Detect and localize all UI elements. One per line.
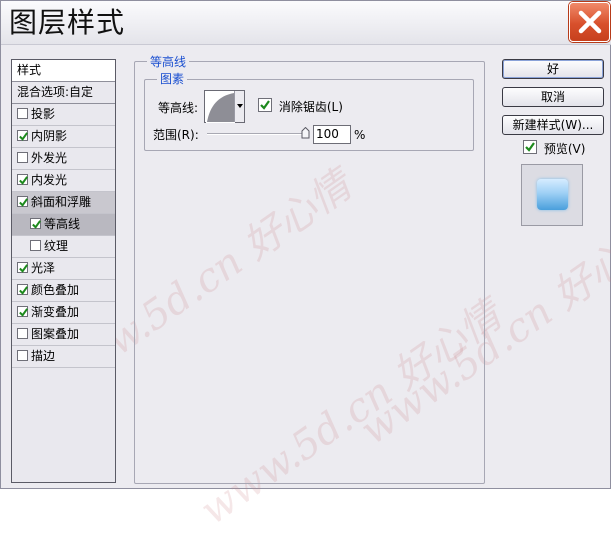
close-button[interactable] (569, 2, 610, 42)
style-item[interactable]: 光泽 (12, 258, 115, 280)
checkbox-checked-icon[interactable] (17, 174, 28, 185)
preview-swatch (537, 179, 568, 210)
range-input[interactable]: 100 (313, 125, 351, 144)
style-item-label: 纹理 (44, 239, 69, 253)
style-item-label: 斜面和浮雕 (31, 195, 92, 209)
contour-picker[interactable] (204, 90, 245, 123)
range-unit: % (354, 128, 366, 142)
checkbox-checked-icon[interactable] (30, 218, 41, 229)
contour-curve-icon (206, 92, 235, 123)
blend-options-item[interactable]: 混合选项:自定 (12, 82, 115, 104)
close-icon (578, 10, 602, 34)
range-label: 范围(R): (153, 128, 199, 142)
style-item[interactable]: 等高线 (12, 214, 115, 236)
checkbox-icon[interactable] (17, 328, 28, 339)
antialias-label: 消除锯齿(L) (278, 100, 343, 114)
checkbox-icon[interactable] (30, 240, 41, 251)
style-item[interactable]: 斜面和浮雕 (12, 192, 115, 214)
style-item-label: 外发光 (31, 151, 68, 165)
checkbox-checked-icon[interactable] (17, 130, 28, 141)
contour-label: 等高线: (158, 101, 199, 115)
contour-dropdown[interactable] (234, 91, 244, 122)
checkbox-checked-icon[interactable] (17, 306, 28, 317)
ok-button[interactable]: 好 (502, 59, 604, 79)
style-item[interactable]: 外发光 (12, 148, 115, 170)
contour-group-title: 等高线 (147, 56, 190, 68)
style-item-label: 渐变叠加 (31, 305, 80, 319)
style-item[interactable]: 颜色叠加 (12, 280, 115, 302)
styles-list: 样式 混合选项:自定 投影内阴影外发光内发光斜面和浮雕等高线纹理光泽颜色叠加渐变… (11, 59, 116, 483)
title-bar[interactable]: 图层样式 (1, 1, 611, 45)
style-item[interactable]: 渐变叠加 (12, 302, 115, 324)
checkbox-icon[interactable] (17, 152, 28, 163)
style-item-label: 等高线 (44, 217, 81, 231)
style-item-label: 描边 (31, 349, 56, 363)
checkbox-checked-icon[interactable] (17, 262, 28, 273)
style-item[interactable]: 描边 (12, 346, 115, 368)
style-item[interactable]: 纹理 (12, 236, 115, 258)
new-style-button[interactable]: 新建样式(W)... (502, 115, 604, 135)
style-item[interactable]: 图案叠加 (12, 324, 115, 346)
checkbox-icon[interactable] (17, 108, 28, 119)
style-item-label: 内阴影 (31, 129, 68, 143)
dropdown-arrow-icon (237, 104, 243, 108)
style-item-label: 投影 (31, 107, 56, 121)
elements-subgroup-title: 图素 (157, 73, 188, 85)
range-slider[interactable] (207, 133, 309, 135)
preview-label: 预览(V) (543, 142, 586, 156)
checkbox-icon (258, 98, 272, 112)
preview-checkbox[interactable]: 预览(V) (523, 140, 585, 157)
layer-style-dialog: 图层样式 www.5d.cn 好心情 www.5d.cn 好心情 www.5d.… (0, 0, 611, 534)
antialias-checkbox[interactable]: 消除锯齿(L) (258, 98, 343, 115)
style-item-label: 图案叠加 (31, 327, 80, 341)
style-item-label: 光泽 (31, 261, 56, 275)
cancel-button[interactable]: 取消 (502, 87, 604, 107)
checkbox-checked-icon[interactable] (17, 196, 28, 207)
style-item[interactable]: 内阴影 (12, 126, 115, 148)
styles-list-header[interactable]: 样式 (12, 60, 115, 82)
style-item-label: 内发光 (31, 173, 68, 187)
style-item-label: 颜色叠加 (31, 283, 80, 297)
checkbox-icon[interactable] (17, 350, 28, 361)
checkbox-checked-icon[interactable] (17, 284, 28, 295)
checkbox-icon (523, 140, 537, 154)
style-item[interactable]: 投影 (12, 104, 115, 126)
style-preview (521, 164, 583, 226)
style-item[interactable]: 内发光 (12, 170, 115, 192)
slider-thumb-icon[interactable] (301, 127, 310, 139)
dialog-title: 图层样式 (9, 6, 126, 39)
